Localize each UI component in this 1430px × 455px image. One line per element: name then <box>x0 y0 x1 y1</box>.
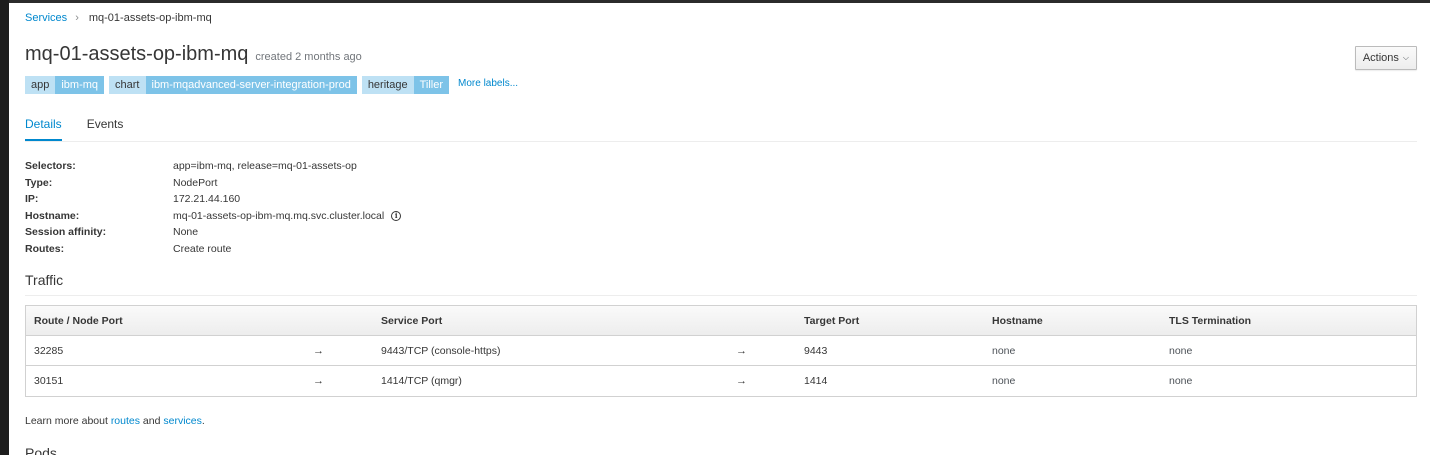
hostname-cell: none <box>992 344 1016 357</box>
detail-key: IP: <box>25 193 39 206</box>
tabs: Details Events <box>25 117 1417 142</box>
label-app[interactable]: app ibm-mq <box>25 76 105 94</box>
breadcrumb-current: mq-01-assets-op-ibm-mq <box>88 12 212 24</box>
label-value: Tiller <box>413 76 450 94</box>
tab-events[interactable]: Events <box>87 117 124 141</box>
more-labels-link[interactable]: More labels... <box>458 78 518 89</box>
label-key: chart <box>109 76 146 94</box>
detail-row-routes: Routes: Create route <box>25 241 401 258</box>
title-row: mq-01-assets-op-ibm-mq created 2 months … <box>25 43 362 66</box>
column-header: Service Port <box>381 314 443 327</box>
label-value: ibm-mq <box>55 76 105 94</box>
node-port-cell: 32285 <box>34 344 64 357</box>
node-port-cell: 30151 <box>34 375 64 387</box>
chevron-down-icon: ⌵ <box>1402 53 1409 62</box>
arrow-right-icon: → <box>313 344 324 357</box>
detail-value: 172.21.44.160 <box>173 193 241 206</box>
created-timestamp: created 2 months ago <box>255 51 362 63</box>
tab-details[interactable]: Details <box>25 117 62 141</box>
label-key: heritage <box>361 76 414 94</box>
breadcrumb: Services › mq-01-assets-op-ibm-mq <box>25 12 212 24</box>
arrow-right-icon: → <box>736 344 747 357</box>
label-chart[interactable]: chart ibm-mqadvanced-server-integration-… <box>109 76 357 94</box>
table-header: Route / Node Port Service Port Target Po… <box>26 306 1416 336</box>
detail-key: Session affinity: <box>25 226 107 239</box>
target-port-cell: 1414 <box>804 375 828 387</box>
service-details-page: Services › mq-01-assets-op-ibm-mq mq-01-… <box>9 0 1430 455</box>
actions-label: Actions <box>1362 52 1399 64</box>
hostname-cell: none <box>992 375 1016 387</box>
hostname-value: mq-01-assets-op-ibm-mq.mq.svc.cluster.lo… <box>173 209 385 222</box>
label-value: ibm-mqadvanced-server-integration-prod <box>145 76 357 94</box>
tls-cell: none <box>1169 344 1193 357</box>
column-header: Route / Node Port <box>34 314 123 327</box>
tls-cell: none <box>1169 375 1193 387</box>
arrow-right-icon: → <box>736 375 747 387</box>
detail-value: app=ibm-mq, release=mq-01-assets-op <box>173 160 357 173</box>
divider <box>25 295 1417 296</box>
detail-row-ip: IP: 172.21.44.160 <box>25 191 401 208</box>
table-row: 32285 → 9443/TCP (console-https) → 9443 … <box>26 336 1416 366</box>
pods-heading: Pods <box>25 445 57 455</box>
column-header: Hostname <box>992 314 1043 327</box>
page-title: mq-01-assets-op-ibm-mq <box>25 43 249 65</box>
detail-key: Routes: <box>25 242 65 255</box>
label-key: app <box>25 76 56 94</box>
chevron-right-icon: › <box>75 12 79 24</box>
traffic-heading: Traffic <box>25 272 64 288</box>
detail-key: Type: <box>25 176 53 189</box>
details-list: Selectors: app=ibm-mq, release=mq-01-ass… <box>25 158 402 258</box>
detail-row-session-affinity: Session affinity: None <box>25 224 401 241</box>
learn-and: and <box>140 415 164 427</box>
detail-row-hostname: Hostname: mq-01-assets-op-ibm-mq.mq.svc.… <box>25 208 402 225</box>
detail-value: NodePort <box>173 176 218 189</box>
learn-prefix: Learn more about <box>25 415 111 427</box>
labels-row: app ibm-mq chart ibm-mqadvanced-server-i… <box>25 76 518 94</box>
service-port-cell: 1414/TCP (qmgr) <box>381 375 462 387</box>
column-header: Target Port <box>804 314 860 327</box>
detail-row-selectors: Selectors: app=ibm-mq, release=mq-01-ass… <box>25 158 401 175</box>
info-icon[interactable]: i <box>391 210 402 221</box>
detail-value: None <box>173 226 199 239</box>
breadcrumb-services-link[interactable]: Services <box>25 12 67 24</box>
column-header: TLS Termination <box>1169 314 1252 327</box>
label-heritage[interactable]: heritage Tiller <box>361 76 450 94</box>
service-port-cell: 9443/TCP (console-https) <box>381 344 501 357</box>
routes-link[interactable]: routes <box>111 415 140 427</box>
detail-value: mq-01-assets-op-ibm-mq.mq.svc.cluster.lo… <box>173 209 402 222</box>
detail-row-type: Type: NodePort <box>25 175 401 192</box>
arrow-right-icon: → <box>313 375 324 387</box>
table-row: 30151 → 1414/TCP (qmgr) → 1414 none none <box>26 366 1416 396</box>
learn-suffix: . <box>201 415 205 427</box>
target-port-cell: 9443 <box>804 344 828 357</box>
traffic-table: Route / Node Port Service Port Target Po… <box>25 305 1417 397</box>
actions-button[interactable]: Actions ⌵ <box>1354 46 1417 70</box>
services-link[interactable]: services <box>163 415 202 427</box>
create-route-link[interactable]: Create route <box>173 243 231 255</box>
detail-key: Selectors: <box>25 160 76 173</box>
learn-more-text: Learn more about routes and services. <box>25 415 205 427</box>
detail-key: Hostname: <box>25 209 80 222</box>
